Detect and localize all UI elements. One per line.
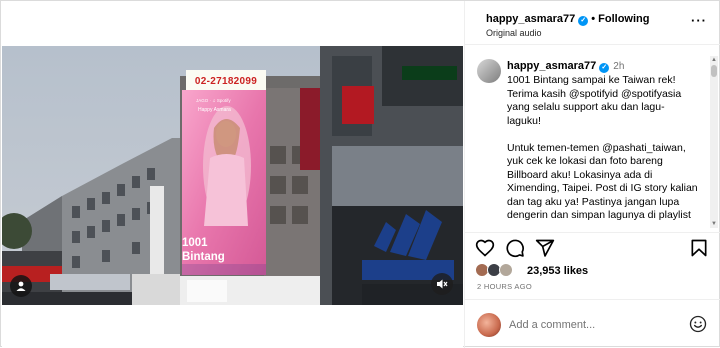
separator-dot: • [591,13,596,25]
scroll-up-arrow-icon[interactable]: ▲ [710,56,718,64]
scroll-down-arrow-icon[interactable]: ▼ [710,220,718,228]
post-media: 02-27182099 JAGO · ♫ Spotify Happy Asmar… [2,2,463,347]
original-audio-link[interactable]: Original audio [486,28,542,38]
billboard-phone-number: 02-27182099 [194,76,258,87]
user-tag-icon[interactable] [10,275,32,297]
comment-input[interactable] [509,317,679,333]
liker-avatar[interactable] [499,263,513,277]
author-username[interactable]: happy_asmara77 [486,13,575,25]
emoji-icon[interactable] [689,315,707,333]
billboard-artist: Happy Asmara [198,107,231,113]
caption-username[interactable]: happy_asmara77 [507,60,596,72]
heart-icon[interactable] [475,238,497,260]
post-header: happy_asmara77 ✓ • Following Original audio… [465,1,720,45]
likes-count[interactable]: 23,953 likes [527,265,588,277]
post-caption: 1001 Bintang sampai ke Taiwan rek! Terim… [507,74,698,221]
post-modal: 02-27182099 JAGO · ♫ Spotify Happy Asmar… [0,0,720,348]
following-button[interactable]: Following [598,13,649,25]
billboard-song-title: 1001 Bintang [182,237,225,263]
add-comment-bar [465,299,720,348]
sound-muted-icon[interactable] [431,273,453,295]
scrollbar-thumb[interactable] [711,65,717,77]
billboard-photo[interactable]: 02-27182099 JAGO · ♫ Spotify Happy Asmar… [2,46,463,305]
post-time-ago[interactable]: 2 HOURS AGO [477,282,532,291]
bookmark-icon[interactable] [689,238,711,260]
share-icon[interactable] [535,238,557,260]
author-avatar[interactable] [477,59,501,83]
verified-badge-icon: ✓ [599,63,610,73]
current-user-avatar [477,313,501,337]
caption-timestamp[interactable]: 2h [613,61,624,72]
comment-icon[interactable] [505,238,527,260]
billboard-brand: JAGO · ♫ Spotify [196,98,231,103]
action-bar [465,232,720,262]
verified-badge-icon: ✓ [578,16,589,26]
post-sidebar: happy_asmara77 ✓ • Following Original audio… [464,1,720,348]
comments-scrollbar[interactable] [710,56,718,228]
more-options-icon[interactable]: ··· [691,13,707,28]
comments-area: happy_asmara77 ✓ 2h 1001 Bintang sampai ke… [465,45,720,231]
